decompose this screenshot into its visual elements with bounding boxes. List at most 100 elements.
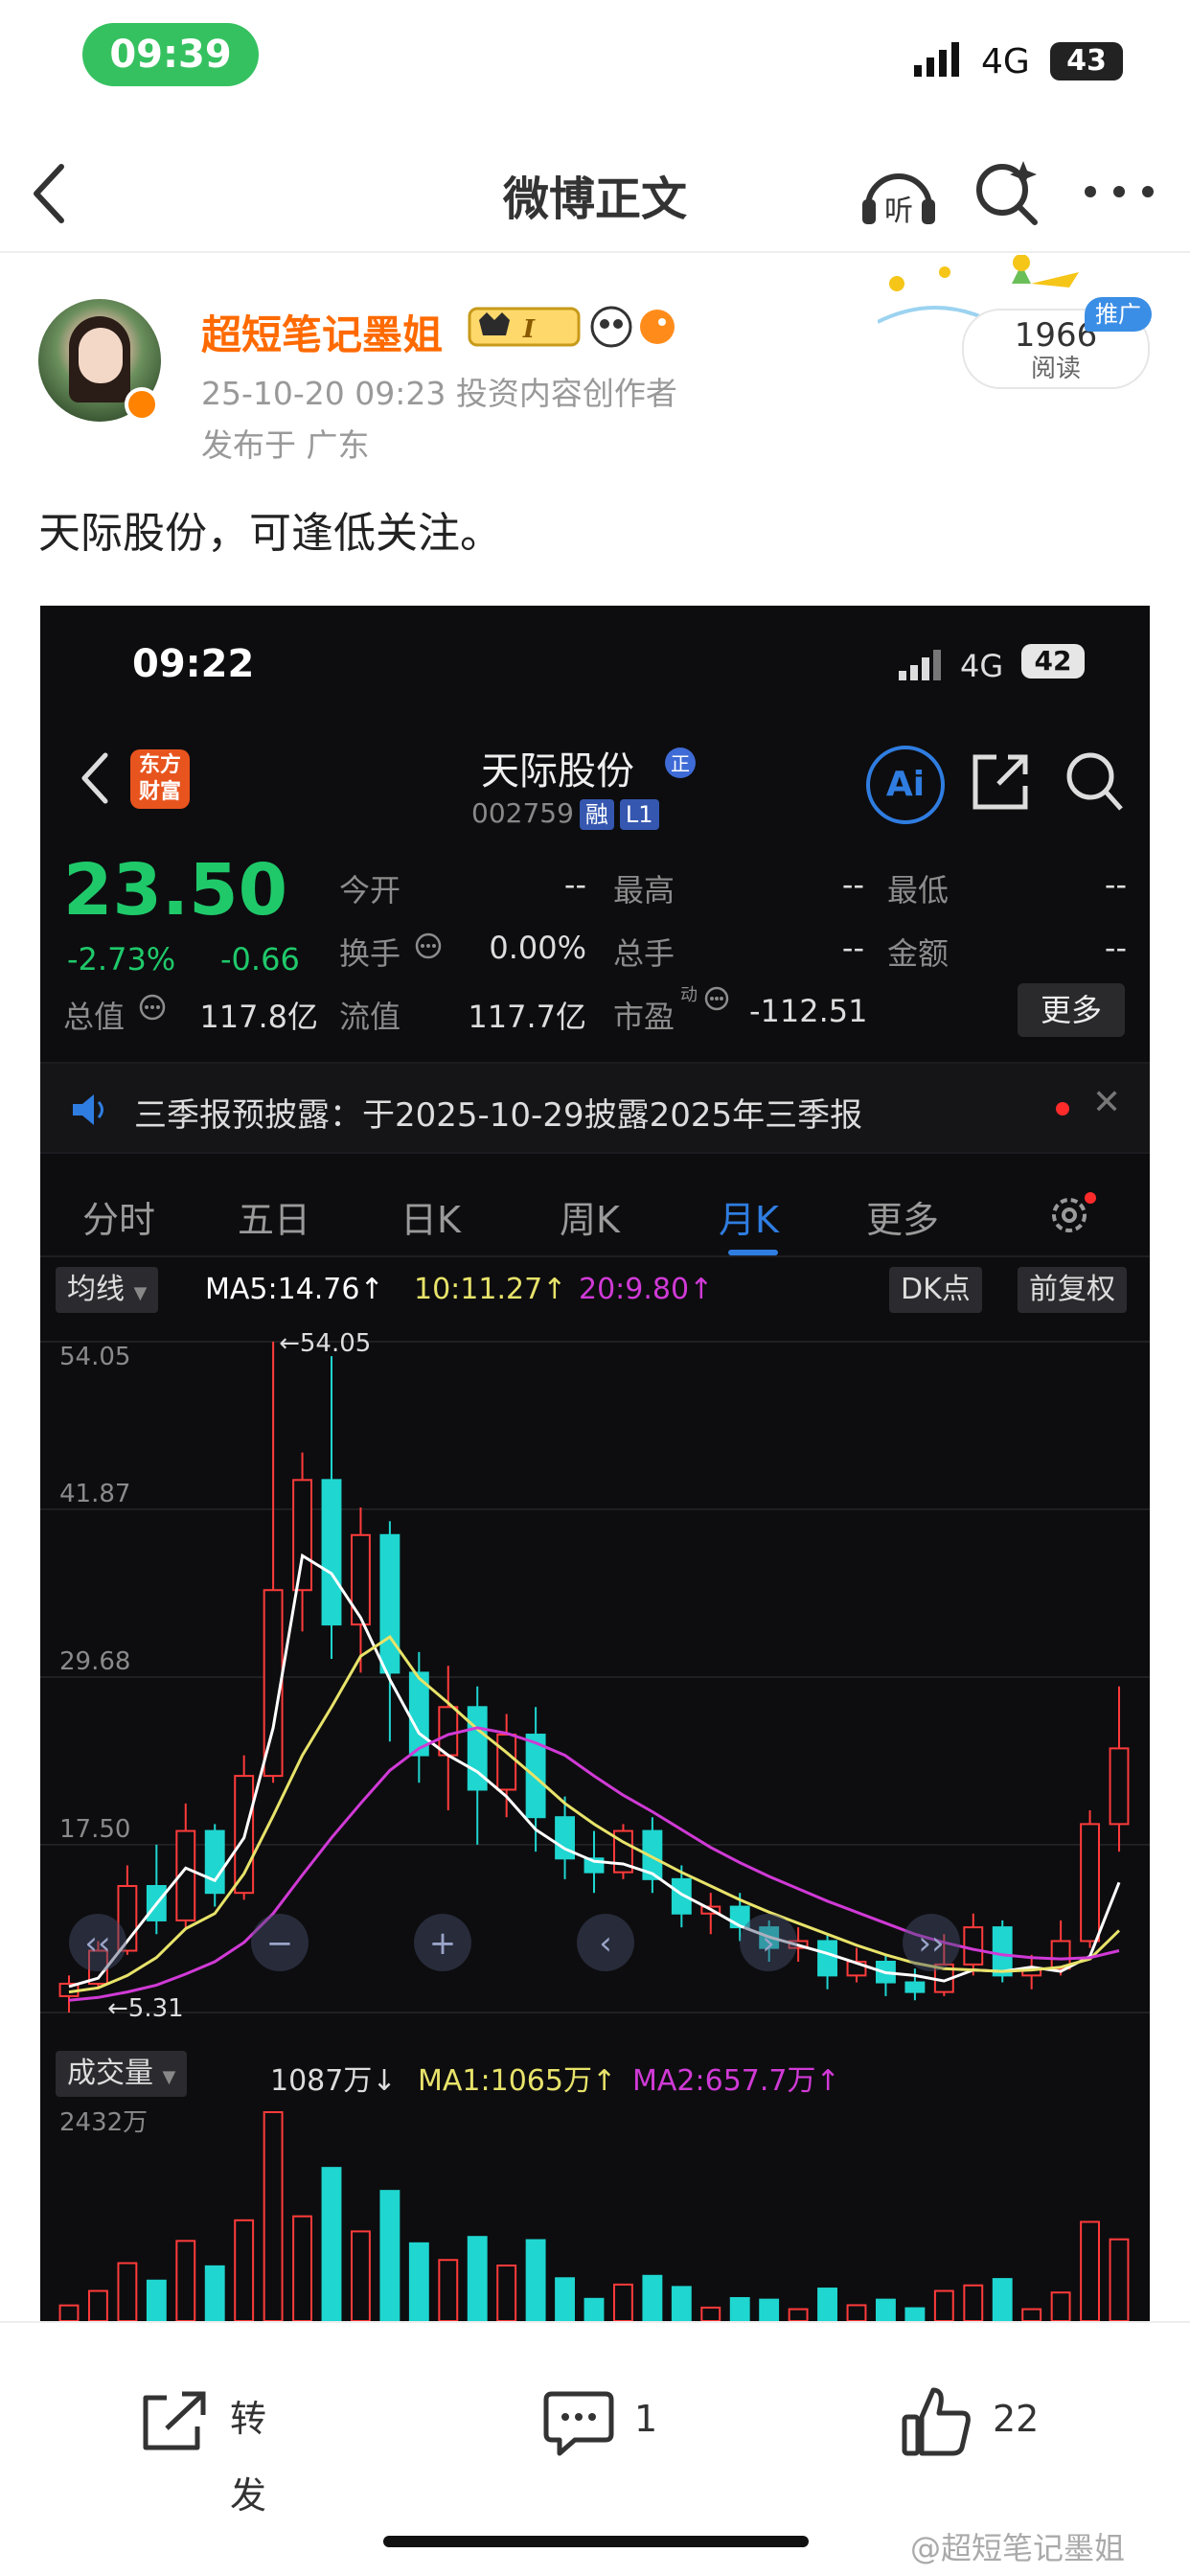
volume-bar [904,2307,926,2321]
chart-control-glyph: + [429,1924,457,1963]
quote-value-turnover: 0.00% [489,930,586,966]
candle-body [729,1905,750,1929]
volume-value: 1087万↓ [270,2064,397,2098]
volume-bar [234,2219,255,2321]
status-bar: 09:39 4G 43 [0,0,1190,125]
notice-dot [1056,1102,1069,1116]
speaker-icon [73,1094,103,1125]
active-tab-indicator [728,1250,778,1255]
dk-button: DK点 [889,1267,982,1313]
tab-weekly: 周K [560,1199,620,1241]
search-icon[interactable] [973,157,1042,226]
avatar-face-shape [79,328,123,383]
candle-body [1109,1747,1130,1826]
dropdown-icon: ▼ [162,2067,176,2087]
tab-daily: 日K [400,1199,461,1241]
share-icon [973,754,1028,810]
listen-icon[interactable]: 听 [858,161,939,228]
volume-bar [117,2262,138,2321]
quote-label-open: 今开 [339,872,401,908]
volume-bar [1109,2238,1130,2321]
chart-control-glyph: › [762,1924,775,1963]
volume-bar [467,2236,488,2321]
volume-bar [204,2265,225,2321]
tab-5day: 五日 [238,1199,311,1241]
info-icon [415,932,442,959]
chart-control-glyph: ›› [918,1924,944,1963]
quote-value-volume: -- [841,930,864,966]
nav-bar: 微博正文 听 [0,134,1190,253]
quote-label-amount: 金额 [887,935,950,972]
price-axis: 54.05 41.87 29.68 17.50 [59,1343,130,1844]
shot-back-icon [81,752,108,804]
volume-bar [292,2215,312,2321]
volume-bar [1021,2308,1042,2321]
volume-bar [933,2289,954,2321]
volume-bar [642,2274,663,2321]
comment-count: 1 [634,2398,658,2440]
price-tick-label: 29.68 [59,1647,130,1676]
volume-bar [351,2230,371,2321]
volume-bar [876,2298,896,2321]
volume-bar [379,2190,400,2321]
quote-label-pe: 市盈 [613,999,675,1035]
attached-image[interactable]: 09:22 4G 42 东方财富 天际股份 正 002759 融 L1 Ai 23.… [40,606,1150,2321]
price-tick-label: 41.87 [59,1480,130,1508]
ma10-label: 10:11.27↑ [414,1273,567,1306]
author-name[interactable]: 超短笔记墨姐 [201,303,443,361]
ma5-label: MA5:14.76↑ [205,1273,384,1306]
current-price: 23.50 [63,849,288,932]
volume-bar [408,2242,429,2321]
candle-body [351,1533,371,1626]
status-time: 09:39 [82,23,259,86]
quote-value-low: -- [1104,866,1127,903]
volume-selector: 成交量 ▼ [56,2051,188,2097]
shot-network-label: 4G [960,648,1004,684]
quote-label-high: 最高 [613,872,675,908]
candle-body [379,1533,400,1674]
volume-bar [963,2284,984,2321]
ma-selector: 均线 ▼ [56,1267,159,1313]
candle-body [204,1829,225,1895]
candle-body [904,1981,926,1993]
ma20-label: 20:9.80↑ [579,1273,714,1306]
promo-tag: 推广 [1085,297,1152,332]
action-bar: 转发 1 22 @超短笔记墨姐 [0,2321,1190,2576]
quote-value-open: -- [563,866,586,903]
notice-text: 三季报预披露：于2025-10-29披露2025年三季报 [134,1096,863,1135]
chart-control-glyph: ‹ [599,1924,612,1963]
volume-bar [1080,2220,1100,2321]
volume-bar [788,2308,809,2321]
more-icon[interactable] [1083,182,1156,201]
volume-bar [759,2298,780,2321]
quote-label-low: 最低 [887,872,950,908]
candle-body [963,1926,984,1966]
repost-icon [143,2391,206,2450]
close-icon: ✕ [1092,1083,1122,1122]
volume-bar [729,2296,750,2321]
volume-bar [525,2239,546,2321]
volume-bar [700,2306,721,2321]
quote-value-high: -- [841,866,864,903]
battery-icon: 43 [1050,42,1123,80]
ma-legend-row: 均线 ▼ MA5:14.76↑ 10:11.27↑ 20:9.80↑ DK点 前… [40,1259,1150,1317]
quote-value-pe: -112.51 [749,993,868,1029]
svg-text:I: I [522,315,536,344]
candle-body [321,1479,342,1626]
volume-bar [992,2278,1013,2321]
candle-body [496,1734,517,1791]
volume-bar [58,2304,80,2321]
volume-bar [263,2111,284,2321]
read-label: 阅读 [1030,355,1081,383]
chart-grid [40,1341,1150,2013]
repost-label: 转发 [230,2398,267,2517]
low-annotation: ←5.31 [107,1994,184,2023]
volume-bar [846,2304,867,2321]
app-logo: 东方财富 [130,749,190,809]
comment-icon [543,2391,614,2456]
svg-text:正: 正 [671,752,690,775]
stock-name: 天际股份 [481,749,634,794]
change-amount: -0.66 [220,941,300,978]
post-meta: 25-10-20 09:23 投资内容创作者 [201,375,677,412]
quote-value-market-cap: 117.8亿 [199,999,318,1035]
